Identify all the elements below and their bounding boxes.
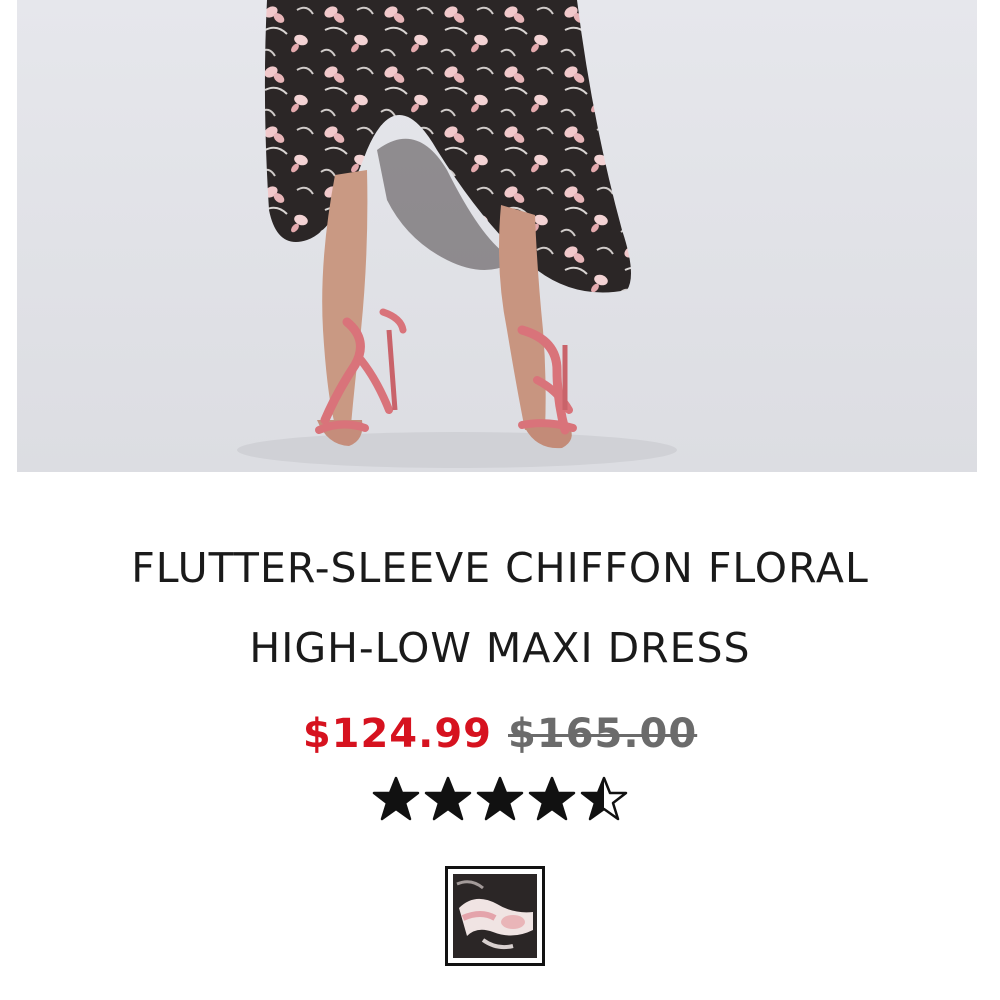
star-full-icon xyxy=(424,776,472,821)
star-full-icon xyxy=(528,776,576,821)
product-title: FLUTTER-SLEEVE CHIFFON FLORAL HIGH-LOW M… xyxy=(0,528,1000,688)
star-half-icon xyxy=(580,776,628,821)
color-swatch[interactable] xyxy=(445,866,545,966)
product-title-line2: HIGH-LOW MAXI DRESS xyxy=(249,624,751,672)
product-page: FLUTTER-SLEEVE CHIFFON FLORAL HIGH-LOW M… xyxy=(0,0,1000,1000)
original-price: $165.00 xyxy=(508,711,698,757)
star-full-icon xyxy=(372,776,420,821)
product-title-line1: FLUTTER-SLEEVE CHIFFON FLORAL xyxy=(131,544,869,592)
dress-photo xyxy=(17,0,977,472)
sale-price: $124.99 xyxy=(302,711,492,757)
star-full-icon xyxy=(476,776,524,821)
swatch-floral-image xyxy=(453,874,537,958)
star-rating[interactable] xyxy=(0,775,1000,823)
product-image[interactable] xyxy=(17,0,977,472)
price-row: $124.99 $165.00 xyxy=(0,708,1000,760)
